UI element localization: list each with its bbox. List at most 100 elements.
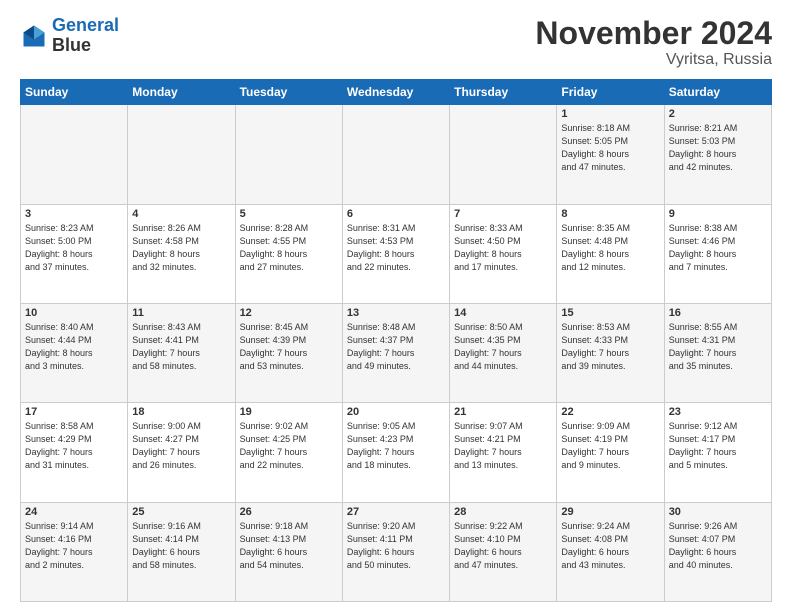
day-info: Sunrise: 8:23 AM Sunset: 5:00 PM Dayligh… xyxy=(25,222,123,274)
day-info: Sunrise: 8:21 AM Sunset: 5:03 PM Dayligh… xyxy=(669,122,767,174)
day-number: 12 xyxy=(240,307,338,319)
day-number: 9 xyxy=(669,208,767,220)
logo-text: General Blue xyxy=(52,16,119,56)
weekday-sunday: Sunday xyxy=(21,80,128,105)
day-info: Sunrise: 9:20 AM Sunset: 4:11 PM Dayligh… xyxy=(347,520,445,572)
cell-week3-day5: 15Sunrise: 8:53 AM Sunset: 4:33 PM Dayli… xyxy=(557,303,664,402)
cell-week5-day3: 27Sunrise: 9:20 AM Sunset: 4:11 PM Dayli… xyxy=(342,502,449,601)
day-number: 24 xyxy=(25,506,123,518)
weekday-thursday: Thursday xyxy=(450,80,557,105)
cell-week5-day6: 30Sunrise: 9:26 AM Sunset: 4:07 PM Dayli… xyxy=(664,502,771,601)
day-info: Sunrise: 8:55 AM Sunset: 4:31 PM Dayligh… xyxy=(669,321,767,373)
day-number: 3 xyxy=(25,208,123,220)
day-number: 26 xyxy=(240,506,338,518)
day-info: Sunrise: 9:02 AM Sunset: 4:25 PM Dayligh… xyxy=(240,420,338,472)
day-info: Sunrise: 9:14 AM Sunset: 4:16 PM Dayligh… xyxy=(25,520,123,572)
day-number: 29 xyxy=(561,506,659,518)
weekday-header-row: SundayMondayTuesdayWednesdayThursdayFrid… xyxy=(21,80,772,105)
cell-week3-day2: 12 Sunrise: 8:45 AM Sunset: 4:39 PM Dayli… xyxy=(235,303,342,402)
day-number: 2 xyxy=(669,108,767,120)
day-number: 23 xyxy=(669,406,767,418)
day-info: Sunrise: 9:12 AM Sunset: 4:17 PM Dayligh… xyxy=(669,420,767,472)
day-info: Sunrise: 9:18 AM Sunset: 4:13 PM Dayligh… xyxy=(240,520,338,572)
week-row-3: 10 Sunrise: 8:40 AM Sunset: 4:44 PM Dayli… xyxy=(21,303,772,402)
day-number: 21 xyxy=(454,406,552,418)
day-info: Sunrise: 9:07 AM Sunset: 4:21 PM Dayligh… xyxy=(454,420,552,472)
day-info: Sunrise: 8:26 AM Sunset: 4:58 PM Dayligh… xyxy=(132,222,230,274)
calendar-title: November 2024 xyxy=(535,16,772,51)
cell-week2-day0: 3 Sunrise: 8:23 AM Sunset: 5:00 PM Daylig… xyxy=(21,204,128,303)
day-info: Sunrise: 8:28 AM Sunset: 4:55 PM Dayligh… xyxy=(240,222,338,274)
day-info: Sunrise: 9:09 AM Sunset: 4:19 PM Dayligh… xyxy=(561,420,659,472)
day-info: Sunrise: 8:18 AM Sunset: 5:05 PM Dayligh… xyxy=(561,122,659,174)
day-number: 8 xyxy=(561,208,659,220)
cell-week4-day1: 18 Sunrise: 9:00 AM Sunset: 4:27 PM Dayli… xyxy=(128,403,235,502)
day-info: Sunrise: 8:45 AM Sunset: 4:39 PM Dayligh… xyxy=(240,321,338,373)
cell-week2-day1: 4 Sunrise: 8:26 AM Sunset: 4:58 PM Daylig… xyxy=(128,204,235,303)
cell-week3-day4: 14 Sunrise: 8:50 AM Sunset: 4:35 PM Dayli… xyxy=(450,303,557,402)
cell-week3-day3: 13Sunrise: 8:48 AM Sunset: 4:37 PM Dayli… xyxy=(342,303,449,402)
week-row-5: 24 Sunrise: 9:14 AM Sunset: 4:16 PM Dayli… xyxy=(21,502,772,601)
day-info: Sunrise: 9:00 AM Sunset: 4:27 PM Dayligh… xyxy=(132,420,230,472)
day-info: Sunrise: 8:53 AM Sunset: 4:33 PM Dayligh… xyxy=(561,321,659,373)
day-number: 14 xyxy=(454,307,552,319)
day-info: Sunrise: 9:24 AM Sunset: 4:08 PM Dayligh… xyxy=(561,520,659,572)
weekday-saturday: Saturday xyxy=(664,80,771,105)
day-number: 16 xyxy=(669,307,767,319)
cell-week3-day0: 10 Sunrise: 8:40 AM Sunset: 4:44 PM Dayli… xyxy=(21,303,128,402)
cell-week1-day2 xyxy=(235,105,342,204)
weekday-monday: Monday xyxy=(128,80,235,105)
day-info: Sunrise: 9:26 AM Sunset: 4:07 PM Dayligh… xyxy=(669,520,767,572)
weekday-friday: Friday xyxy=(557,80,664,105)
cell-week1-day6: 2 Sunrise: 8:21 AM Sunset: 5:03 PM Daylig… xyxy=(664,105,771,204)
calendar-subtitle: Vyritsa, Russia xyxy=(535,51,772,69)
cell-week4-day2: 19 Sunrise: 9:02 AM Sunset: 4:25 PM Dayli… xyxy=(235,403,342,502)
cell-week1-day1 xyxy=(128,105,235,204)
cell-week1-day0 xyxy=(21,105,128,204)
day-number: 10 xyxy=(25,307,123,319)
day-number: 4 xyxy=(132,208,230,220)
day-info: Sunrise: 8:33 AM Sunset: 4:50 PM Dayligh… xyxy=(454,222,552,274)
cell-week1-day5: 1 Sunrise: 8:18 AM Sunset: 5:05 PM Daylig… xyxy=(557,105,664,204)
cell-week2-day3: 6Sunrise: 8:31 AM Sunset: 4:53 PM Daylig… xyxy=(342,204,449,303)
day-number: 20 xyxy=(347,406,445,418)
cell-week4-day6: 23 Sunrise: 9:12 AM Sunset: 4:17 PM Dayli… xyxy=(664,403,771,502)
day-number: 19 xyxy=(240,406,338,418)
cell-week2-day2: 5 Sunrise: 8:28 AM Sunset: 4:55 PM Daylig… xyxy=(235,204,342,303)
cell-week1-day3 xyxy=(342,105,449,204)
day-number: 11 xyxy=(132,307,230,319)
logo: General Blue xyxy=(20,16,119,56)
day-info: Sunrise: 9:05 AM Sunset: 4:23 PM Dayligh… xyxy=(347,420,445,472)
cell-week2-day5: 8 Sunrise: 8:35 AM Sunset: 4:48 PM Daylig… xyxy=(557,204,664,303)
day-number: 25 xyxy=(132,506,230,518)
week-row-4: 17Sunrise: 8:58 AM Sunset: 4:29 PM Dayli… xyxy=(21,403,772,502)
day-number: 22 xyxy=(561,406,659,418)
day-number: 13 xyxy=(347,307,445,319)
cell-week4-day5: 22 Sunrise: 9:09 AM Sunset: 4:19 PM Dayli… xyxy=(557,403,664,502)
cell-week5-day4: 28Sunrise: 9:22 AM Sunset: 4:10 PM Dayli… xyxy=(450,502,557,601)
day-number: 1 xyxy=(561,108,659,120)
logo-icon xyxy=(20,22,48,50)
cell-week5-day0: 24 Sunrise: 9:14 AM Sunset: 4:16 PM Dayli… xyxy=(21,502,128,601)
cell-week2-day6: 9 Sunrise: 8:38 AM Sunset: 4:46 PM Daylig… xyxy=(664,204,771,303)
day-info: Sunrise: 8:40 AM Sunset: 4:44 PM Dayligh… xyxy=(25,321,123,373)
day-info: Sunrise: 8:35 AM Sunset: 4:48 PM Dayligh… xyxy=(561,222,659,274)
day-number: 5 xyxy=(240,208,338,220)
header: General Blue November 2024 Vyritsa, Russ… xyxy=(20,16,772,69)
cell-week5-day2: 26 Sunrise: 9:18 AM Sunset: 4:13 PM Dayli… xyxy=(235,502,342,601)
day-info: Sunrise: 8:38 AM Sunset: 4:46 PM Dayligh… xyxy=(669,222,767,274)
page: General Blue November 2024 Vyritsa, Russ… xyxy=(0,0,792,612)
day-info: Sunrise: 8:50 AM Sunset: 4:35 PM Dayligh… xyxy=(454,321,552,373)
logo-line2: Blue xyxy=(52,36,119,56)
day-info: Sunrise: 9:22 AM Sunset: 4:10 PM Dayligh… xyxy=(454,520,552,572)
cell-week3-day6: 16 Sunrise: 8:55 AM Sunset: 4:31 PM Dayli… xyxy=(664,303,771,402)
week-row-2: 3 Sunrise: 8:23 AM Sunset: 5:00 PM Daylig… xyxy=(21,204,772,303)
cell-week4-day3: 20 Sunrise: 9:05 AM Sunset: 4:23 PM Dayli… xyxy=(342,403,449,502)
cell-week4-day0: 17Sunrise: 8:58 AM Sunset: 4:29 PM Dayli… xyxy=(21,403,128,502)
cell-week2-day4: 7 Sunrise: 8:33 AM Sunset: 4:50 PM Daylig… xyxy=(450,204,557,303)
day-info: Sunrise: 8:31 AM Sunset: 4:53 PM Dayligh… xyxy=(347,222,445,274)
day-info: Sunrise: 8:58 AM Sunset: 4:29 PM Dayligh… xyxy=(25,420,123,472)
day-number: 7 xyxy=(454,208,552,220)
day-number: 18 xyxy=(132,406,230,418)
cell-week5-day5: 29 Sunrise: 9:24 AM Sunset: 4:08 PM Dayli… xyxy=(557,502,664,601)
